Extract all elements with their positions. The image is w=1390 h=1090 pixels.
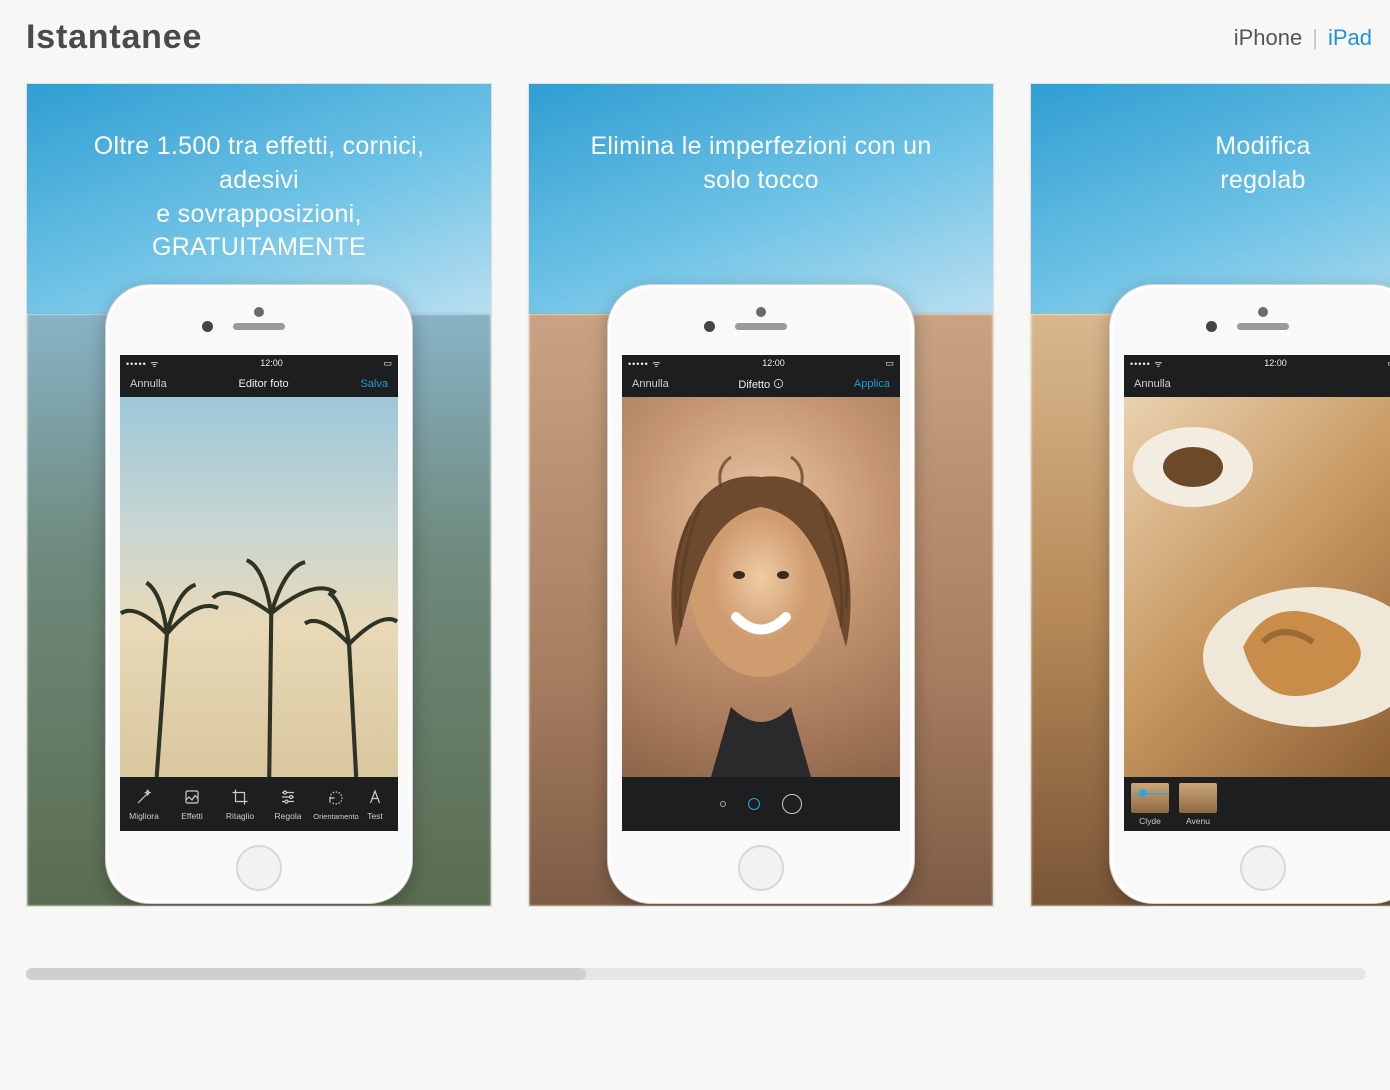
filter-thumb[interactable]: Avenu [1176, 783, 1220, 826]
phone-mockup: ••••• ᯤ 12:00 ▭ Annulla [1109, 284, 1390, 904]
promo-line: Modifica [1215, 132, 1311, 160]
camera-icon [254, 307, 264, 317]
tool-crop[interactable]: Ritaglio [216, 787, 264, 821]
sensor-icon [704, 321, 715, 332]
cancel-button[interactable]: Annulla [1134, 378, 1171, 390]
speaker-icon [735, 323, 787, 330]
filter-thumb[interactable]: Clyde [1128, 783, 1172, 826]
tool-effects[interactable]: Effetti [168, 787, 216, 821]
save-button[interactable]: Salva [360, 378, 388, 390]
nav-title: Difetto [738, 378, 784, 391]
promo-line: e sovrapposizioni, GRATUITAMENTE [152, 200, 366, 262]
home-button-icon [236, 845, 282, 891]
brush-size-selector [622, 777, 900, 831]
promo-line: Elimina le imperfezioni con un [590, 132, 931, 160]
tab-separator: | [1312, 25, 1318, 51]
brush-small[interactable] [720, 801, 726, 807]
sensor-icon [202, 321, 213, 332]
promo-line: solo tocco [703, 166, 819, 194]
thumb-image [1131, 783, 1169, 813]
signal-icon: ••••• ᯤ [126, 357, 159, 370]
speaker-icon [233, 323, 285, 330]
promo-caption: Modifica regolab [1031, 130, 1390, 198]
promo-line: regolab [1220, 166, 1306, 194]
cancel-button[interactable]: Annulla [632, 378, 669, 390]
tool-label: Effetti [181, 811, 203, 821]
promo-caption: Oltre 1.500 tra effetti, cornici, adesiv… [27, 130, 491, 265]
camera-icon [1258, 307, 1268, 317]
camera-icon [756, 307, 766, 317]
effects-icon [182, 787, 202, 807]
home-button-icon [1240, 845, 1286, 891]
speaker-icon [1237, 323, 1289, 330]
device-tabs: iPhone | iPad [1234, 25, 1372, 51]
app-nav-bar: Annulla Editor foto Salva [120, 371, 398, 397]
filter-label: Clyde [1139, 816, 1161, 826]
status-bar: ••••• ᯤ 12:00 ▭ [1124, 355, 1390, 371]
section-title: Istantanee [26, 18, 202, 57]
brush-large[interactable] [782, 794, 802, 814]
battery-icon: ▭ [885, 358, 894, 369]
sensor-icon [1206, 321, 1217, 332]
gallery-track: Oltre 1.500 tra effetti, cornici, adesiv… [26, 83, 1390, 907]
clock: 12:00 [1264, 358, 1287, 368]
clock: 12:00 [260, 358, 283, 368]
photo-canvas[interactable] [120, 397, 398, 777]
signal-icon: ••••• ᯤ [1130, 357, 1163, 370]
tab-ipad[interactable]: iPad [1328, 25, 1372, 51]
signal-icon: ••••• ᯤ [628, 357, 661, 370]
phone-mockup: ••••• ᯤ 12:00 ▭ Annulla Difetto Applica [607, 284, 915, 904]
editor-toolbar: Migliora Effetti Ritaglio Regola [120, 777, 398, 831]
tool-label: Test [367, 811, 383, 821]
home-button-icon [738, 845, 784, 891]
cancel-button[interactable]: Annulla [130, 378, 167, 390]
tool-adjust[interactable]: Regola [264, 787, 312, 821]
section-header: Istantanee iPhone | iPad [0, 0, 1390, 75]
status-bar: ••••• ᯤ 12:00 ▭ [120, 355, 398, 371]
clock: 12:00 [762, 358, 785, 368]
tool-label: Regola [275, 811, 302, 821]
phone-screen: ••••• ᯤ 12:00 ▭ Annulla Difetto Applica [622, 355, 900, 831]
horizontal-scrollbar[interactable] [26, 968, 1366, 980]
nav-title: Editor foto [239, 378, 289, 390]
screenshot-card[interactable]: Oltre 1.500 tra effetti, cornici, adesiv… [26, 83, 492, 907]
app-nav-bar: Annulla [1124, 371, 1390, 397]
tool-enhance[interactable]: Migliora [120, 787, 168, 821]
phone-screen: ••••• ᯤ 12:00 ▭ Annulla [1124, 355, 1390, 831]
tool-label: Migliora [129, 811, 159, 821]
tool-label: Ritaglio [226, 811, 254, 821]
promo-line: Oltre 1.500 tra effetti, cornici, adesiv… [94, 132, 424, 194]
apply-button[interactable]: Applica [854, 378, 890, 390]
sliders-icon [278, 787, 298, 807]
phone-screen: ••••• ᯤ 12:00 ▭ Annulla Editor foto Salv… [120, 355, 398, 831]
screenshot-gallery[interactable]: Oltre 1.500 tra effetti, cornici, adesiv… [0, 75, 1390, 907]
text-icon [365, 787, 385, 807]
phone-mockup: ••••• ᯤ 12:00 ▭ Annulla Editor foto Salv… [105, 284, 413, 904]
tool-text[interactable]: Test [360, 787, 390, 821]
screenshot-card[interactable]: Modifica regolab ••••• ᯤ 12:00 ▭ Annu [1030, 83, 1390, 907]
photo-canvas[interactable] [1124, 397, 1390, 777]
filter-label: Avenu [1186, 816, 1210, 826]
thumb-image [1179, 783, 1217, 813]
tool-orientation[interactable]: Orientamento [312, 788, 360, 821]
info-icon [773, 378, 784, 389]
scrollbar-thumb[interactable] [26, 968, 586, 980]
status-bar: ••••• ᯤ 12:00 ▭ [622, 355, 900, 371]
app-nav-bar: Annulla Difetto Applica [622, 371, 900, 397]
promo-caption: Elimina le imperfezioni con un solo tocc… [529, 130, 993, 198]
battery-icon: ▭ [383, 358, 392, 369]
filter-strip[interactable]: Clyde Avenu [1124, 777, 1390, 831]
screenshot-card[interactable]: Elimina le imperfezioni con un solo tocc… [528, 83, 994, 907]
crop-icon [230, 787, 250, 807]
brush-medium[interactable] [748, 798, 760, 810]
tool-label: Orientamento [313, 812, 358, 821]
photo-canvas[interactable] [622, 397, 900, 777]
rotate-icon [326, 788, 346, 808]
tab-iphone[interactable]: iPhone [1234, 25, 1303, 51]
wand-icon [134, 787, 154, 807]
